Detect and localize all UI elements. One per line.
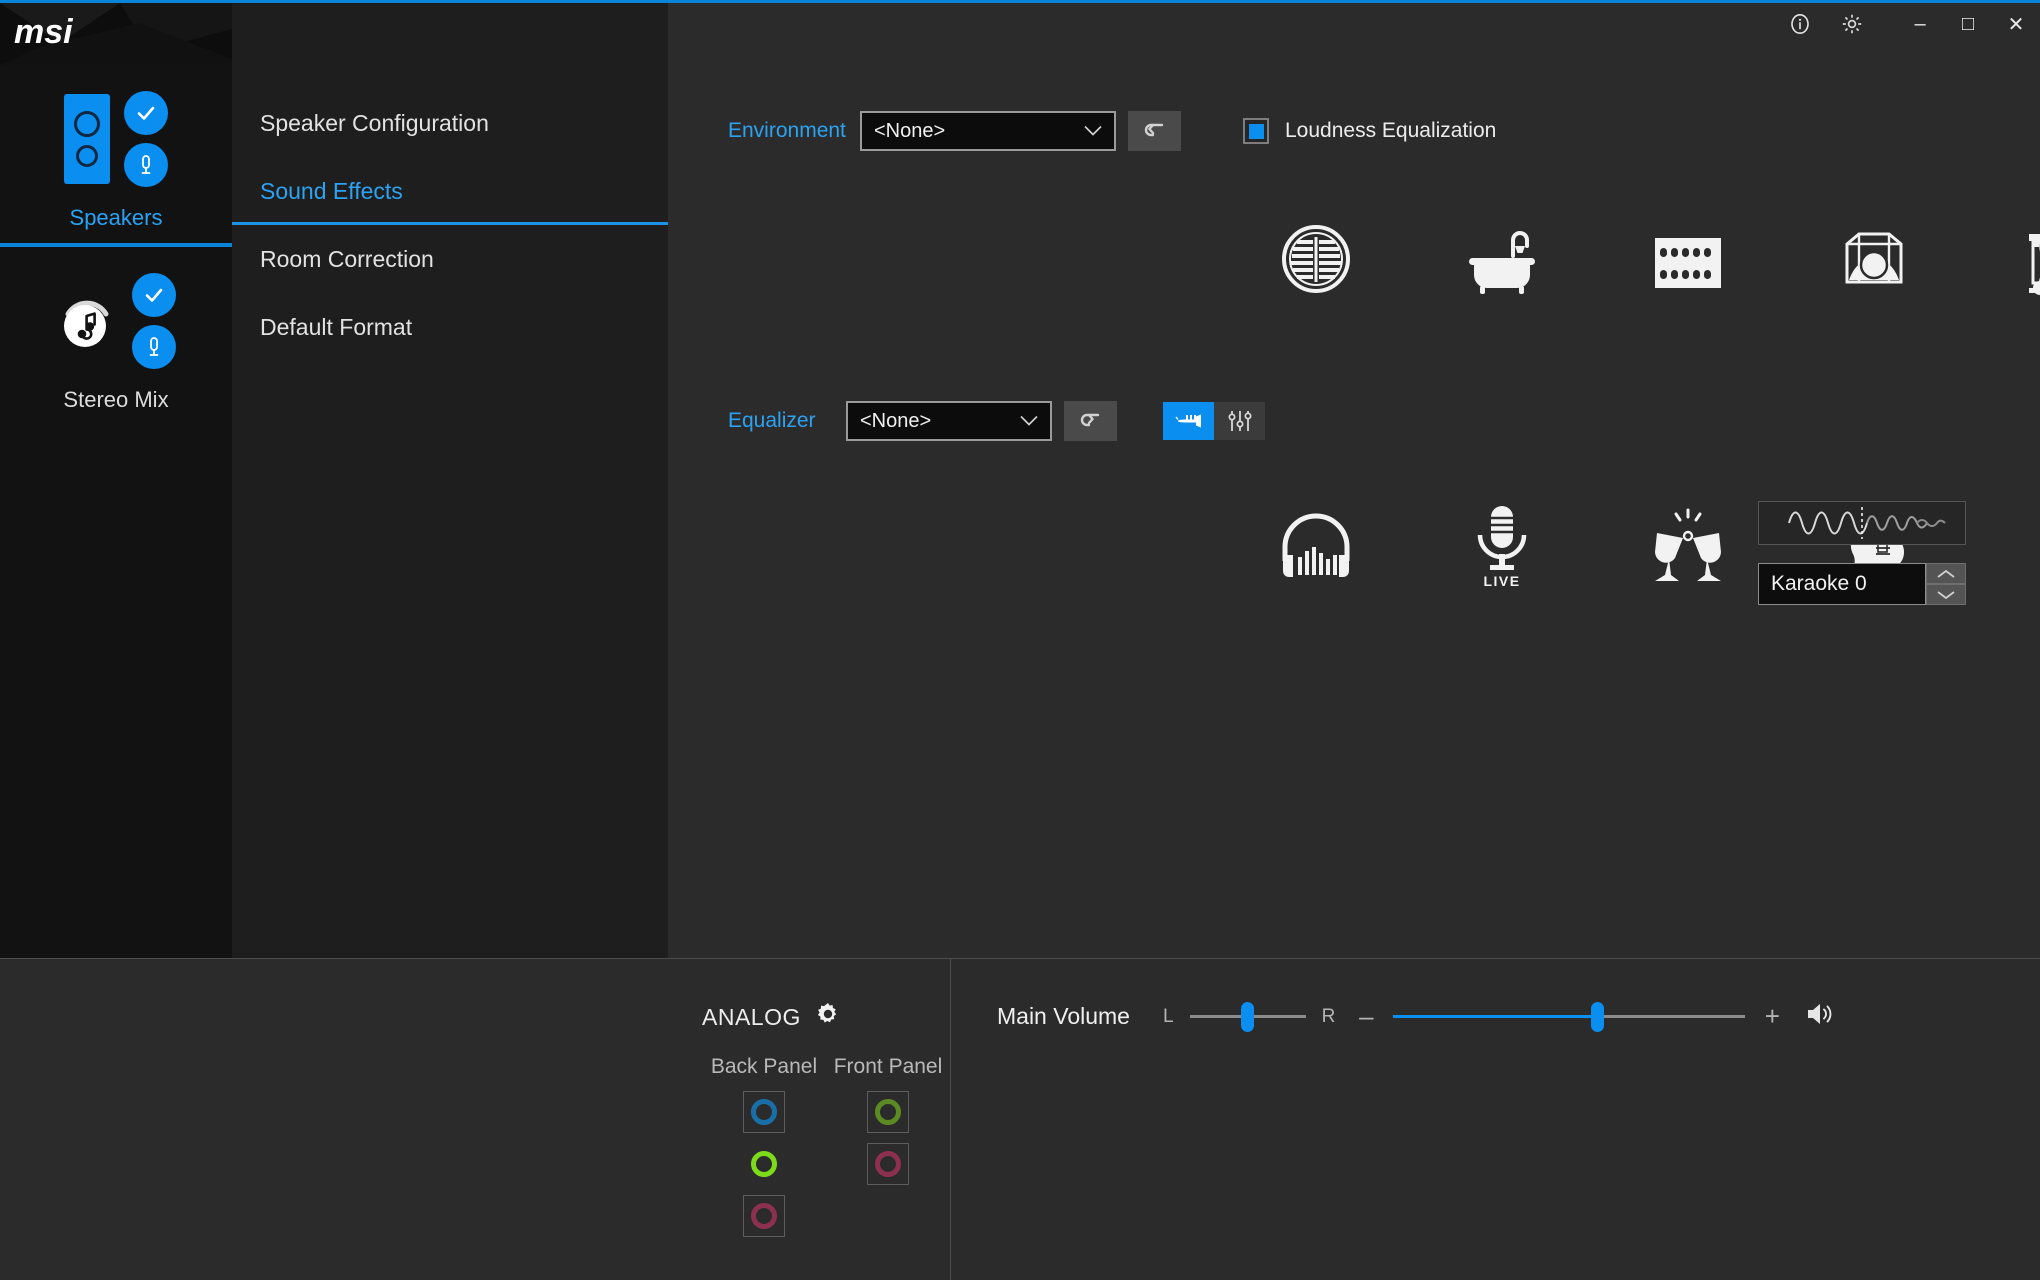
nav-item-speaker-configuration[interactable]: Speaker Configuration xyxy=(232,89,668,157)
live-microphone-icon[interactable]: LIVE xyxy=(1454,498,1550,594)
chevron-down-icon xyxy=(1084,120,1102,143)
balance-right-label: R xyxy=(1321,1005,1336,1027)
sidebar-item-label: Speakers xyxy=(69,205,163,230)
jack-blue-line-in[interactable] xyxy=(743,1091,785,1133)
padded-cell-icon[interactable] xyxy=(1268,211,1364,307)
stone-corridor-icon[interactable] xyxy=(1640,211,1736,307)
environment-label: Environment xyxy=(728,119,846,142)
msi-logo: msi xyxy=(0,3,232,65)
svg-text:msi: msi xyxy=(14,13,74,51)
karaoke-panel: Karaoke 0 xyxy=(1758,501,1966,605)
sound-effects-pane: Environment <None> Loudness Equalization… xyxy=(668,3,2040,958)
party-glasses-icon[interactable] xyxy=(1640,498,1736,594)
gear-icon[interactable] xyxy=(1826,3,1878,45)
device-sidebar: msi Speakers Stereo Mix xyxy=(0,3,232,958)
back-panel-label: Back Panel xyxy=(710,1055,818,1078)
check-icon[interactable] xyxy=(124,91,168,135)
nav-item-room-correction[interactable]: Room Correction xyxy=(232,225,668,293)
analog-title-row: ANALOG xyxy=(702,1001,950,1033)
sidebar-item-stereo-mix[interactable]: Stereo Mix xyxy=(0,247,232,429)
close-button[interactable]: ✕ xyxy=(1992,3,2040,45)
equalizer-reset-button[interactable] xyxy=(1064,401,1117,441)
back-panel-column: Back Panel xyxy=(702,1055,826,1237)
balance-thumb[interactable] xyxy=(1241,1001,1255,1032)
volume-thumb[interactable] xyxy=(1590,1001,1604,1032)
gear-icon[interactable] xyxy=(815,1001,841,1033)
waveform-icon xyxy=(1758,501,1966,545)
check-icon[interactable] xyxy=(132,273,176,317)
equalizer-row: Equalizer <None> xyxy=(728,401,1265,441)
jack-green-headphone[interactable] xyxy=(867,1091,909,1133)
loudness-equalization-label: Loudness Equalization xyxy=(1285,119,1497,142)
front-panel-label: Front Panel xyxy=(833,1055,943,1078)
karaoke-stepper: Karaoke 0 xyxy=(1758,563,1966,605)
front-panel-jacks xyxy=(826,1091,950,1185)
nav-item-default-format[interactable]: Default Format xyxy=(232,293,668,361)
maximize-button[interactable]: □ xyxy=(1944,3,1992,45)
jack-pink-mic-in[interactable] xyxy=(743,1195,785,1237)
bottom-bar: ANALOG Back Panel Front Panel Main Volum… xyxy=(0,958,2040,1280)
settings-nav: Speaker Configuration Sound Effects Room… xyxy=(232,3,668,958)
stereo-mix-badges xyxy=(132,273,176,369)
window-body: msi Speakers Stereo Mix Speaker Configur… xyxy=(0,3,2040,958)
chevron-down-icon xyxy=(1020,410,1038,433)
karaoke-stepper-buttons xyxy=(1926,563,1966,605)
front-panel-column: Front Panel xyxy=(826,1055,950,1237)
sliders-icon[interactable] xyxy=(1214,402,1265,440)
analog-jack-columns: Back Panel Front Panel xyxy=(702,1055,950,1237)
equalizer-mode-toggle xyxy=(1163,402,1265,440)
minimize-button[interactable]: – xyxy=(1896,3,1944,45)
main-volume-row: Main Volume L R – + xyxy=(997,1001,2040,1032)
bottom-left-spacer xyxy=(0,959,668,1280)
jack-green-line-out[interactable] xyxy=(743,1143,785,1185)
analog-panel: ANALOG Back Panel Front Panel xyxy=(668,959,951,1280)
svg-text:LIVE: LIVE xyxy=(1483,573,1520,589)
headphones-icon[interactable] xyxy=(1268,498,1364,594)
main-content: Environment <None> Loudness Equalization… xyxy=(668,3,2040,958)
sidebar-item-label: Stereo Mix xyxy=(63,387,169,412)
microphone-icon[interactable] xyxy=(124,143,168,187)
environment-value: <None> xyxy=(874,119,946,142)
music-note-icon xyxy=(56,290,118,352)
balance-slider[interactable] xyxy=(1189,1001,1306,1032)
volume-speaker-icon[interactable] xyxy=(1805,1001,1835,1032)
microphone-icon[interactable] xyxy=(132,325,176,369)
bathroom-icon[interactable] xyxy=(1454,211,1550,307)
titlebar: – □ ✕ xyxy=(1774,3,2040,45)
balance-left-label: L xyxy=(1163,1005,1174,1027)
stereo-mix-device-icons xyxy=(0,273,232,369)
sidebar-item-speakers[interactable]: Speakers xyxy=(0,65,232,247)
jack-pink-mic-in[interactable] xyxy=(867,1143,909,1185)
environment-select[interactable]: <None> xyxy=(860,111,1116,151)
environment-presets xyxy=(1268,211,2040,307)
main-volume-label: Main Volume xyxy=(997,1003,1130,1029)
loudness-equalization-checkbox[interactable] xyxy=(1243,118,1269,144)
volume-minus-button[interactable]: – xyxy=(1357,1001,1375,1032)
arena-icon[interactable] xyxy=(1826,211,1922,307)
speaker-icon xyxy=(64,94,110,184)
info-icon[interactable] xyxy=(1774,3,1826,45)
speakers-badges xyxy=(124,91,168,187)
speakers-device-icons xyxy=(0,91,232,187)
karaoke-value[interactable]: Karaoke 0 xyxy=(1758,563,1926,605)
equalizer-label: Equalizer xyxy=(728,409,816,432)
equalizer-select[interactable]: <None> xyxy=(846,401,1052,441)
back-panel-jacks xyxy=(702,1091,826,1237)
volume-slider[interactable] xyxy=(1393,1001,1746,1032)
analog-label: ANALOG xyxy=(702,1003,801,1030)
chevron-down-icon[interactable] xyxy=(1926,584,1966,605)
trumpet-icon[interactable] xyxy=(1163,402,1214,440)
nav-item-sound-effects[interactable]: Sound Effects xyxy=(232,157,668,225)
volume-plus-button[interactable]: + xyxy=(1763,1001,1781,1032)
environment-reset-button[interactable] xyxy=(1128,111,1181,151)
chevron-up-icon[interactable] xyxy=(1926,563,1966,584)
auditorium-icon[interactable] xyxy=(2012,211,2040,307)
equalizer-value: <None> xyxy=(860,409,932,432)
volume-fill xyxy=(1393,1015,1598,1018)
volume-panel: Main Volume L R – + xyxy=(951,959,2040,1280)
environment-row: Environment <None> Loudness Equalization xyxy=(728,111,1496,151)
msi-audio-window: – □ ✕ msi Speakers Stereo Mix Speaker Co… xyxy=(0,0,2040,1280)
loudness-equalization-row[interactable]: Loudness Equalization xyxy=(1243,118,1496,144)
